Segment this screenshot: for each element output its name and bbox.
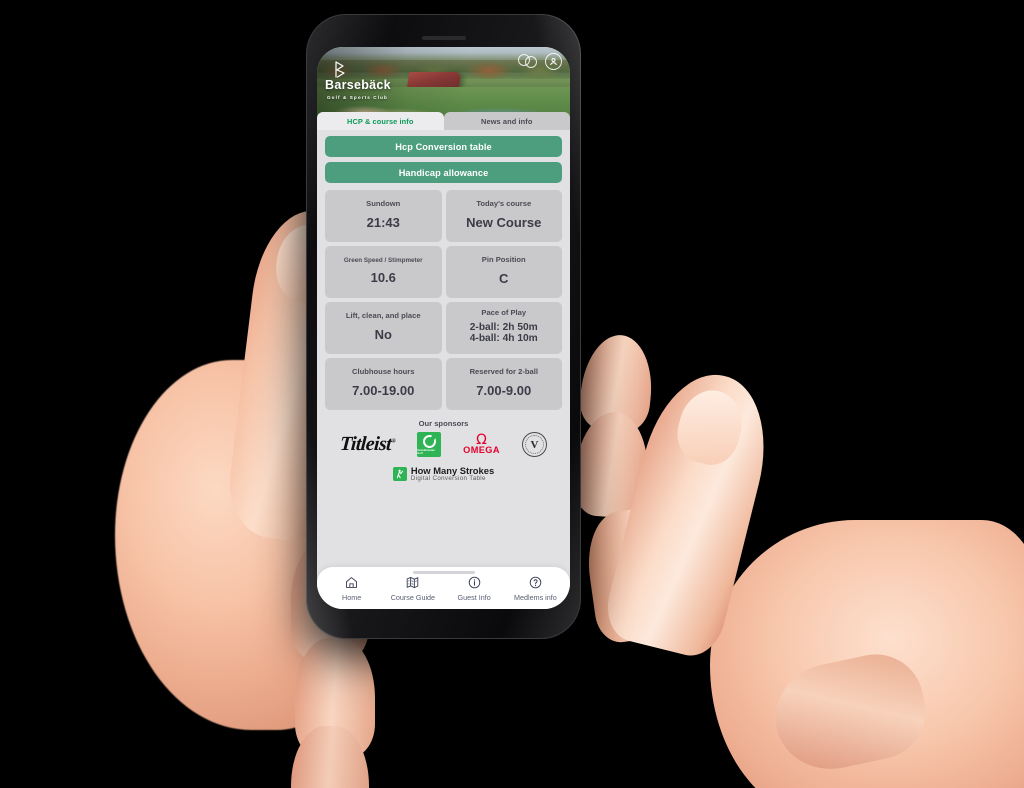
sponsors-heading: Our sponsors — [418, 419, 469, 428]
card-label: Pin Position — [481, 254, 526, 264]
friends-icon-circle-b — [525, 56, 537, 68]
club-monogram-icon — [334, 61, 349, 78]
handicap-allowance-button[interactable]: Handicap allowance — [325, 162, 562, 183]
question-icon — [529, 575, 542, 590]
how-many-strokes-brand: How Many Strokes Digital Conversion Tabl… — [325, 466, 562, 483]
profile-icon[interactable] — [545, 53, 562, 70]
right-finger-b — [572, 409, 652, 520]
golfer-icon — [392, 467, 407, 482]
info-card-pace-of-play: Pace of Play 2-ball: 2h 50m 4-ball: 4h 1… — [445, 302, 562, 354]
info-card-green-speed: Green Speed / Stimpmeter 10.6 — [325, 246, 442, 298]
omega-wordmark: OMEGA — [463, 445, 500, 456]
brand-text: How Many Strokes Digital Conversion Tabl… — [411, 466, 494, 483]
right-finger-a — [577, 331, 657, 435]
card-value: New Course — [466, 214, 542, 230]
nav-label: Course Guide — [390, 593, 436, 602]
scandinavian-golf-text: Scandinavian Golf — [417, 449, 436, 456]
right-finger-c — [581, 504, 685, 646]
bottom-navigation: Home Course Guide Guest Info Medlems inf… — [317, 567, 570, 609]
nav-label: Medlems info — [514, 593, 557, 602]
left-finger-ring — [291, 726, 369, 788]
card-value: 10.6 — [370, 269, 396, 285]
smartphone-device: Barsebäck Golf & Sports Club HCP & cours… — [306, 14, 581, 639]
phone-screen: Barsebäck Golf & Sports Club HCP & cours… — [317, 47, 570, 609]
nav-item-medlems-info[interactable]: Medlems info — [505, 575, 566, 602]
hcp-conversion-table-button[interactable]: Hcp Conversion table — [325, 136, 562, 157]
vasatorp-letter: V — [530, 438, 539, 451]
card-label: Reserved for 2-ball — [469, 366, 538, 376]
scandinavian-golf-ring-icon — [422, 434, 436, 448]
card-value: 7.00-19.00 — [352, 382, 415, 398]
info-card-grid: Sundown 21:43 Today's course New Course … — [325, 190, 562, 410]
tab-hcp-course-info[interactable]: HCP & course info — [317, 112, 444, 130]
omega-logo: Ω OMEGA — [463, 433, 500, 455]
info-card-lift-clean-place: Lift, clean, and place No — [325, 302, 442, 354]
hero-icon-group — [518, 53, 562, 70]
titleist-trademark: ® — [391, 438, 396, 445]
card-label: Green Speed / Stimpmeter — [343, 256, 423, 264]
scene: Barsebäck Golf & Sports Club HCP & cours… — [0, 0, 1024, 788]
info-icon — [468, 575, 481, 590]
card-label: Sundown — [366, 198, 401, 208]
tab-news-and-info[interactable]: News and info — [443, 112, 570, 130]
club-subtitle: Golf & Sports Club — [327, 94, 388, 100]
card-value: C — [499, 270, 509, 286]
card-label: Today's course — [476, 198, 532, 208]
titleist-logo: Titleist® — [339, 433, 396, 456]
info-card-reserved-for-2-ball: Reserved for 2-ball 7.00-9.00 — [445, 358, 562, 410]
vasatorp-logo: V — [521, 432, 547, 457]
card-value: 7.00-9.00 — [476, 382, 532, 398]
brand-subtitle: Digital Conversion Table — [410, 474, 486, 482]
card-label: Clubhouse hours — [352, 366, 415, 376]
nav-label: Guest Info — [457, 593, 491, 602]
nav-grabber — [412, 571, 475, 574]
right-thumb — [765, 645, 935, 780]
club-logo: Barsebäck Golf & Sports Club — [325, 61, 391, 100]
nav-item-home[interactable]: Home — [321, 575, 382, 602]
info-card-todays-course: Today's course New Course — [445, 190, 562, 242]
info-card-clubhouse-hours: Clubhouse hours 7.00-19.00 — [325, 358, 442, 410]
right-index-finger — [599, 361, 783, 663]
club-name: Barsebäck — [325, 78, 391, 92]
card-value: 2-ball: 2h 50m 4-ball: 4h 10m — [469, 321, 538, 345]
card-value: 21:43 — [366, 214, 400, 230]
home-icon — [345, 575, 358, 590]
sponsor-logos: Titleist® Scandinavian Golf Ω OMEGA V — [325, 432, 562, 459]
nav-item-course-guide[interactable]: Course Guide — [382, 575, 443, 602]
right-palm — [710, 520, 1024, 788]
card-value: No — [374, 326, 392, 342]
titleist-wordmark: Titleist — [339, 433, 392, 455]
card-label: Lift, clean, and place — [345, 310, 421, 320]
earpiece-speaker — [421, 36, 466, 40]
nav-item-guest-info[interactable]: Guest Info — [444, 575, 505, 602]
tab-bar: HCP & course info News and info — [317, 112, 570, 130]
main-content: Hcp Conversion table Handicap allowance … — [317, 130, 570, 609]
info-card-sundown: Sundown 21:43 — [325, 190, 442, 242]
info-card-pin-position: Pin Position C — [445, 246, 562, 298]
card-label: Pace of Play — [481, 308, 527, 318]
map-icon — [406, 575, 419, 590]
right-hand — [572, 330, 1024, 788]
friends-icon[interactable] — [518, 53, 539, 70]
nav-label: Home — [342, 593, 362, 602]
scandinavian-golf-logo: Scandinavian Golf — [417, 432, 442, 457]
left-finger-middle — [295, 638, 375, 758]
